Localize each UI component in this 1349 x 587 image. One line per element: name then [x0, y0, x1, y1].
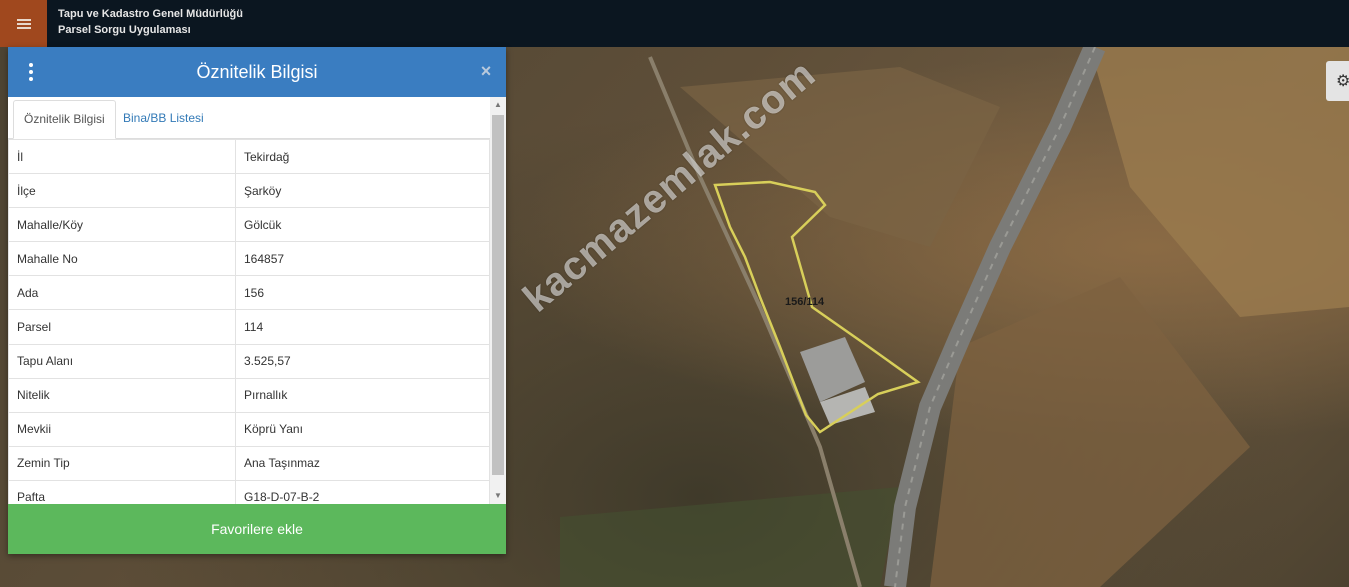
field-area: [1090, 47, 1349, 317]
attribute-panel: Öznitelik Bilgisi × Öznitelik Bilgisi Bi…: [8, 47, 506, 554]
table-row: Ada 156: [8, 275, 490, 311]
table-row: Pafta G18-D-07-B-2: [8, 479, 490, 504]
row-value: G18-D-07-B-2: [235, 479, 490, 504]
table-row: Nitelik Pırnallık: [8, 377, 490, 413]
row-value: 164857: [235, 241, 490, 277]
table-row: Mevkii Köprü Yanı: [8, 411, 490, 447]
table-row: İl Tekirdağ: [8, 138, 490, 175]
attribute-table: İl Tekirdağ İlçe Şarköy Mahalle/Köy Gölcük …: [8, 138, 490, 504]
row-key: Mahalle No: [8, 241, 236, 277]
table-row: Zemin Tip Ana Taşınmaz: [8, 445, 490, 481]
scroll-down-arrow-icon[interactable]: ▼: [490, 488, 506, 504]
row-value: Ana Taşınmaz: [235, 445, 490, 481]
row-value: Pırnallık: [235, 377, 490, 413]
table-row: Tapu Alanı 3.525,57: [8, 343, 490, 379]
row-key: Mahalle/Köy: [8, 207, 236, 243]
table-row: Parsel 114: [8, 309, 490, 345]
menu-button[interactable]: [0, 0, 47, 47]
kebab-menu-icon[interactable]: [28, 63, 34, 81]
table-row: İlçe Şarköy: [8, 173, 490, 209]
panel-title: Öznitelik Bilgisi: [196, 62, 318, 82]
row-key: Pafta: [8, 479, 236, 504]
row-key: İlçe: [8, 173, 236, 209]
row-key: Parsel: [8, 309, 236, 345]
row-value: Tekirdağ: [235, 138, 490, 175]
row-value: Şarköy: [235, 173, 490, 209]
row-value: Gölcük: [235, 207, 490, 243]
app-title-line2: Parsel Sorgu Uygulaması: [58, 24, 191, 36]
row-key: Mevkii: [8, 411, 236, 447]
row-key: Zemin Tip: [8, 445, 236, 481]
tab-bar: Öznitelik Bilgisi Bina/BB Listesi: [8, 97, 490, 139]
app-title-line1: Tapu ve Kadastro Genel Müdürlüğü: [58, 8, 243, 20]
top-bar: Tapu ve Kadastro Genel Müdürlüğü Parsel …: [0, 0, 1349, 47]
panel-body: Öznitelik Bilgisi Bina/BB Listesi İl Teki…: [8, 97, 506, 504]
row-value: 3.525,57: [235, 343, 490, 379]
tab-building-list[interactable]: Bina/BB Listesi: [113, 100, 214, 139]
scroll-up-arrow-icon[interactable]: ▲: [490, 97, 506, 113]
row-key: Ada: [8, 275, 236, 311]
parcel-label: 156/114: [785, 296, 825, 308]
menu-icon: [16, 18, 31, 29]
scrollbar[interactable]: ▲ ▼: [490, 97, 506, 504]
row-value: 156: [235, 275, 490, 311]
row-key: Tapu Alanı: [8, 343, 236, 379]
row-key: İl: [8, 138, 236, 175]
settings-button[interactable]: ⚙: [1326, 61, 1349, 101]
field-area: [560, 487, 900, 587]
row-value: 114: [235, 309, 490, 345]
scroll-thumb[interactable]: [492, 115, 504, 475]
table-row: Mahalle No 164857: [8, 241, 490, 277]
gear-icon: ⚙: [1336, 73, 1349, 90]
app-title: Tapu ve Kadastro Genel Müdürlüğü Parsel …: [58, 6, 243, 38]
row-value: Köprü Yanı: [235, 411, 490, 447]
add-favorite-button[interactable]: Favorilere ekle: [8, 504, 506, 554]
panel-header: Öznitelik Bilgisi ×: [8, 47, 506, 97]
table-row: Mahalle/Köy Gölcük: [8, 207, 490, 243]
row-key: Nitelik: [8, 377, 236, 413]
close-icon[interactable]: ×: [478, 62, 494, 80]
tab-attribute-info[interactable]: Öznitelik Bilgisi: [13, 100, 116, 139]
